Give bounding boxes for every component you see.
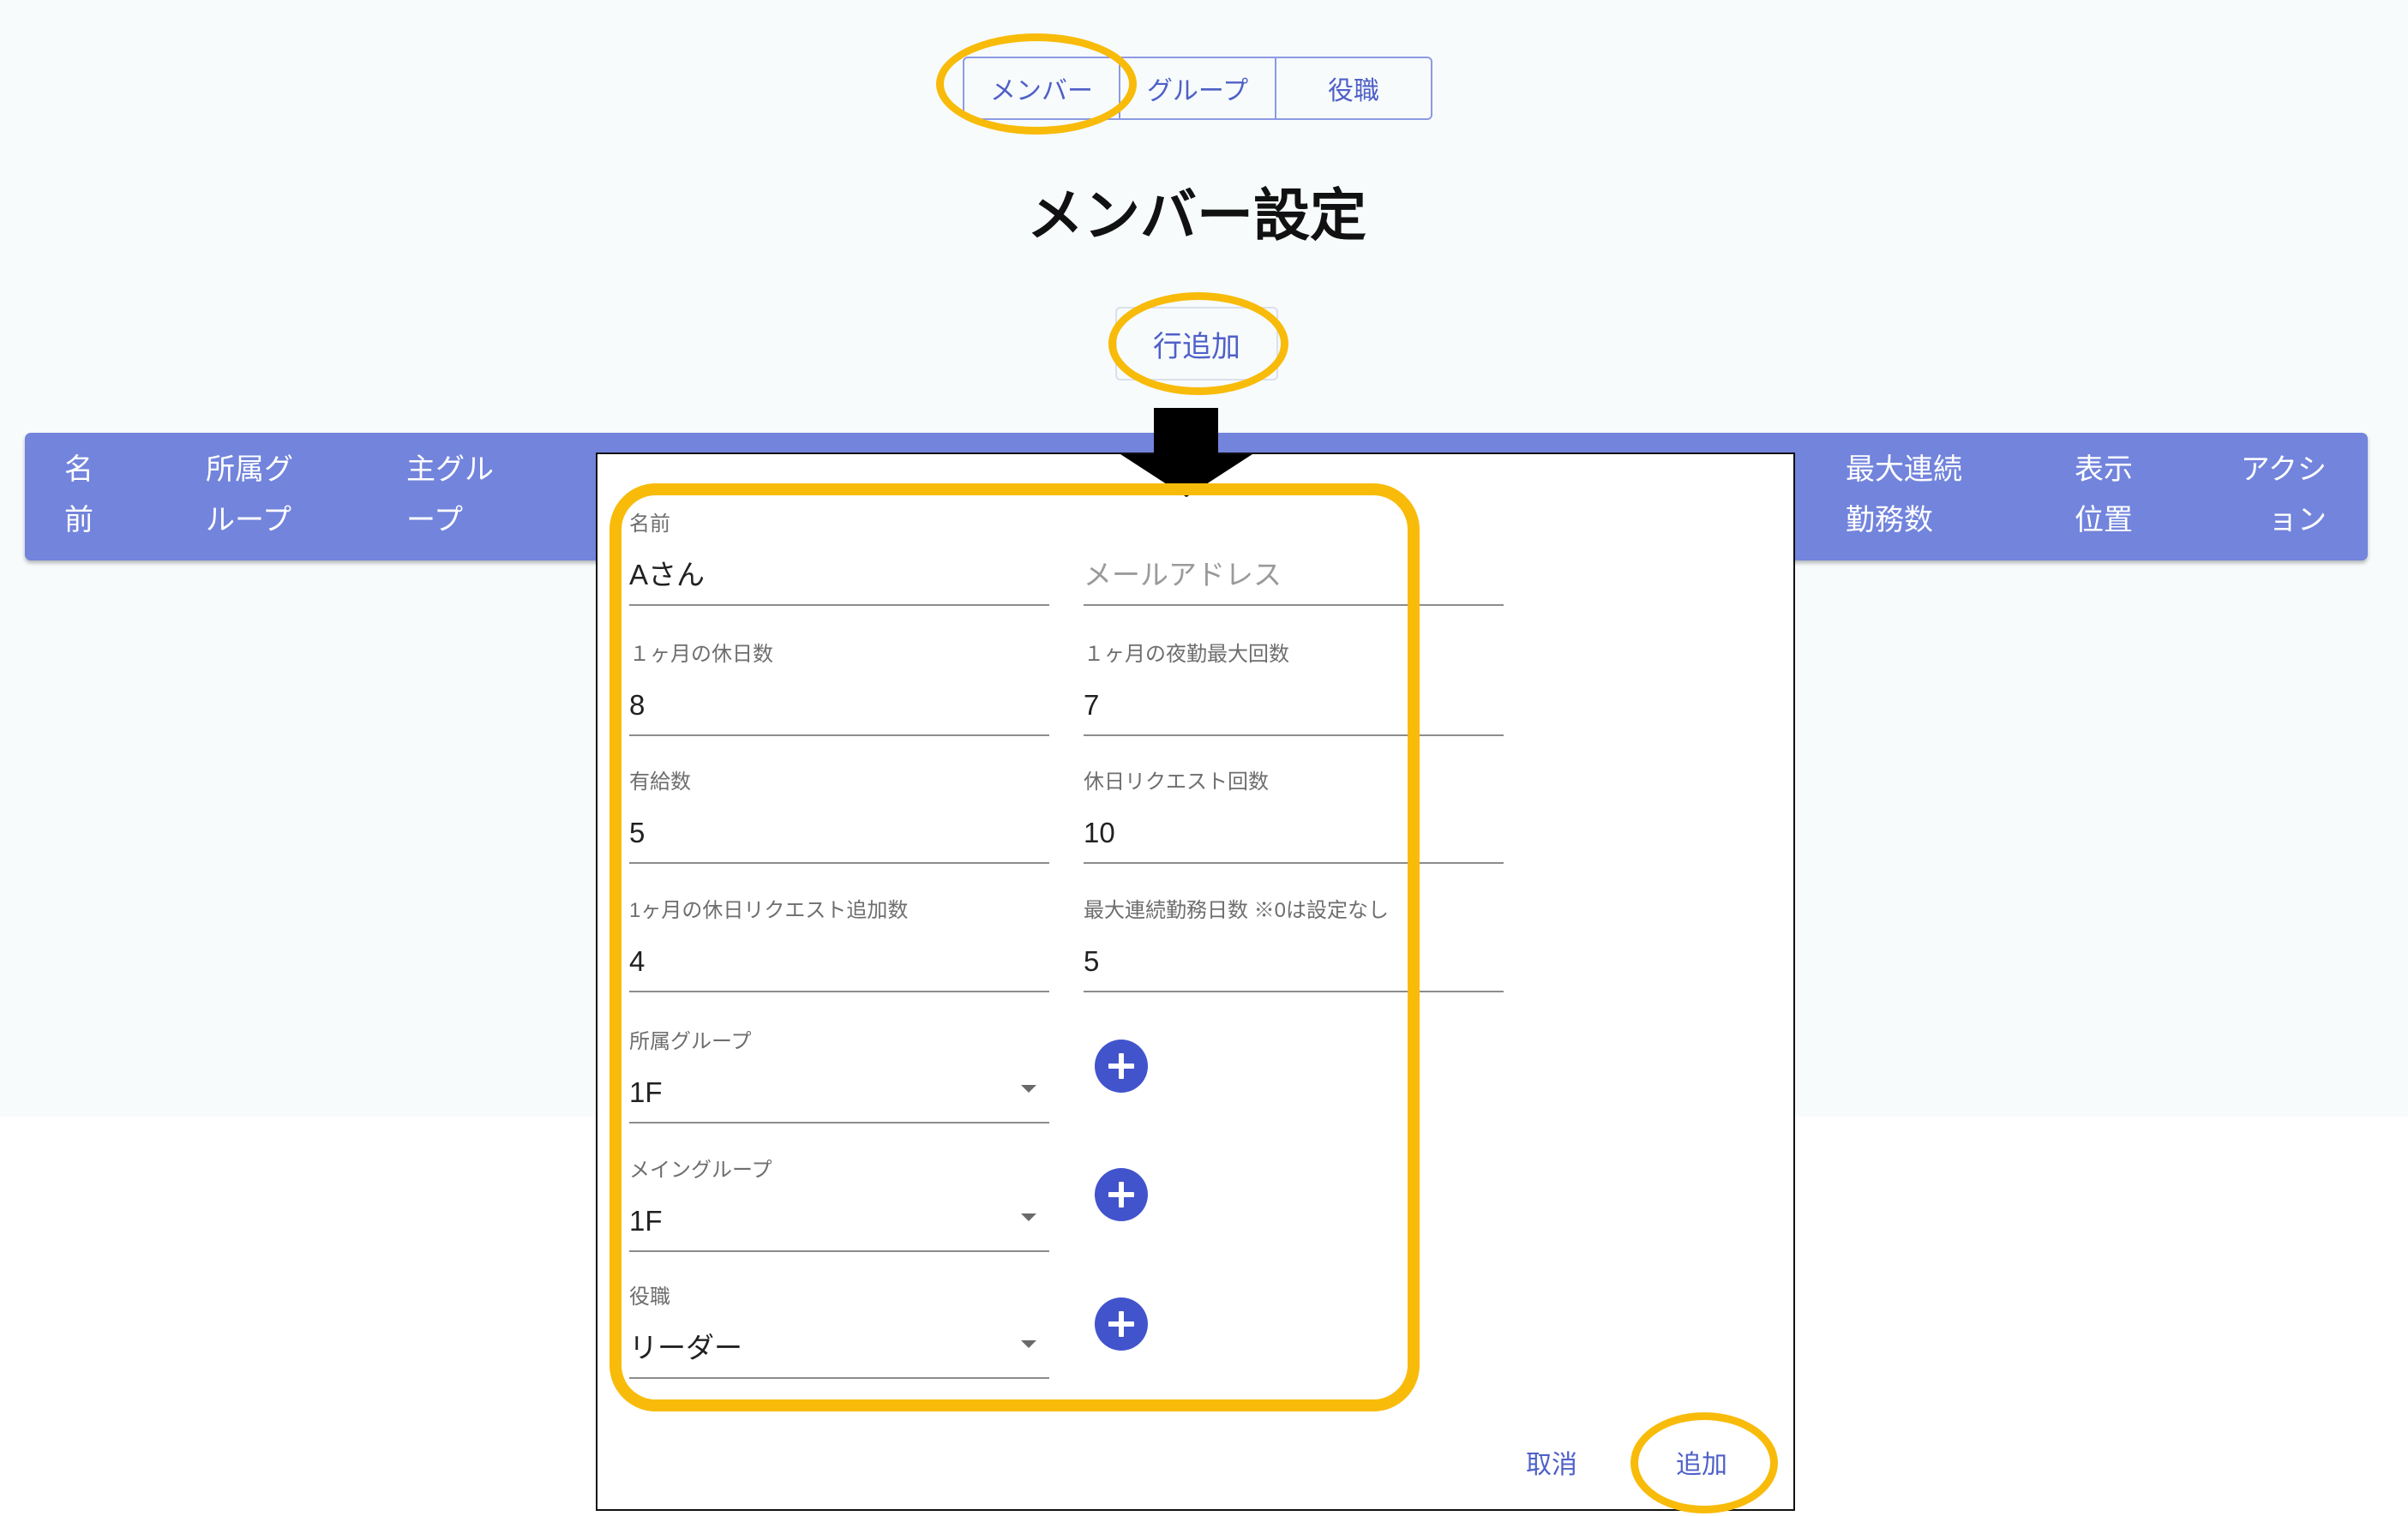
arrow-drop-down-icon: [1021, 1213, 1036, 1221]
column-header-line: 前: [64, 504, 93, 536]
night-shift-max-label: １ヶ月の夜勤最大回数: [1084, 643, 1289, 666]
column-header-line: 名: [64, 453, 93, 486]
settings-tab-group: メンバー グループ 役職: [963, 57, 1432, 120]
add-main-group-button[interactable]: [1095, 1168, 1148, 1221]
group-select-value: 1F: [629, 1076, 663, 1108]
arrow-drop-down-icon: [1021, 1340, 1036, 1348]
role-select-value: リーダー: [629, 1332, 742, 1363]
page-title: メンバー設定: [1027, 183, 1366, 247]
column-header-display-order: 表示 位置: [2075, 445, 2133, 546]
monthly-holidays-field: １ヶ月の休日数: [629, 642, 1049, 736]
max-consecutive-days-label: 最大連続勤務日数 ※0は設定なし: [1084, 899, 1390, 922]
tab-members[interactable]: メンバー: [963, 57, 1120, 120]
holiday-requests-label: 休日リクエスト回数: [1084, 770, 1269, 794]
night-shift-max-input[interactable]: [1084, 686, 1504, 724]
arrow-drop-down-icon: [1021, 1085, 1036, 1093]
column-header-line: ープ: [406, 504, 463, 536]
column-header-actions: アクシ ョン: [2241, 445, 2327, 546]
main-group-select-label: メイングループ: [629, 1159, 772, 1182]
add-group-button[interactable]: [1095, 1040, 1148, 1093]
plus-icon: [1108, 1182, 1134, 1207]
night-shift-max-field: １ヶ月の夜勤最大回数: [1084, 642, 1504, 736]
holiday-requests-input[interactable]: [1084, 814, 1504, 852]
tab-roles[interactable]: 役職: [1275, 57, 1432, 120]
plus-icon: [1108, 1053, 1134, 1079]
column-header-line: 所属グ: [206, 453, 293, 486]
column-header-line: 主グル: [406, 453, 494, 486]
column-header-line: 表示: [2075, 453, 2133, 486]
add-role-button[interactable]: [1095, 1297, 1148, 1351]
name-field: 名前: [629, 512, 1049, 606]
column-header-name: 名 前: [64, 445, 93, 546]
email-field: [1084, 512, 1504, 606]
role-select[interactable]: 役職 リーダー: [629, 1285, 1049, 1379]
monthly-holidays-label: １ヶ月の休日数: [629, 643, 773, 666]
paid-leave-input[interactable]: [629, 814, 1049, 852]
role-select-label: 役職: [629, 1285, 670, 1309]
max-consecutive-days-input[interactable]: [1084, 943, 1504, 980]
monthly-holidays-input[interactable]: [629, 686, 1049, 724]
down-arrow-head-icon: [1120, 454, 1252, 497]
main-group-select[interactable]: メイングループ 1F: [629, 1158, 1049, 1252]
extra-holiday-requests-input[interactable]: [629, 943, 1049, 980]
paid-leave-label: 有給数: [629, 770, 691, 794]
add-member-dialog: 名前 １ヶ月の休日数 １ヶ月の夜勤最大回数 有給数 休日リクエスト回数 1ヶ月の…: [596, 452, 1795, 1511]
main-group-select-value: 1F: [629, 1205, 663, 1237]
holiday-requests-field: 休日リクエスト回数: [1084, 770, 1504, 864]
column-header-line: ョン: [2268, 504, 2327, 536]
email-input[interactable]: [1084, 556, 1504, 594]
name-label: 名前: [629, 512, 670, 536]
group-select[interactable]: 所属グループ 1F: [629, 1029, 1049, 1124]
group-select-label: 所属グループ: [629, 1030, 752, 1053]
plus-icon: [1108, 1311, 1134, 1337]
name-input[interactable]: [629, 556, 1049, 594]
column-header-line: 位置: [2075, 504, 2133, 536]
add-button[interactable]: 追加: [1654, 1435, 1749, 1489]
column-header-line: ループ: [206, 504, 291, 536]
extra-holiday-requests-field: 1ヶ月の休日リクエスト追加数: [629, 898, 1049, 992]
column-header-line: 勤務数: [1846, 504, 1933, 536]
paid-leave-field: 有給数: [629, 770, 1049, 864]
column-header-main-group: 主グル ープ: [406, 445, 494, 546]
down-arrow-icon: [1154, 408, 1218, 456]
extra-holiday-requests-label: 1ヶ月の休日リクエスト追加数: [629, 899, 909, 922]
add-row-button[interactable]: 行追加: [1115, 307, 1278, 380]
column-header-max-consecutive: 最大連続 勤務数: [1846, 445, 1962, 546]
cancel-button[interactable]: 取消: [1504, 1435, 1599, 1489]
column-header-line: 最大連続: [1846, 453, 1962, 486]
column-header-group: 所属グ ループ: [206, 445, 293, 546]
column-header-line: アクシ: [2240, 453, 2327, 486]
max-consecutive-days-field: 最大連続勤務日数 ※0は設定なし: [1084, 898, 1504, 992]
tab-groups[interactable]: グループ: [1119, 57, 1276, 120]
